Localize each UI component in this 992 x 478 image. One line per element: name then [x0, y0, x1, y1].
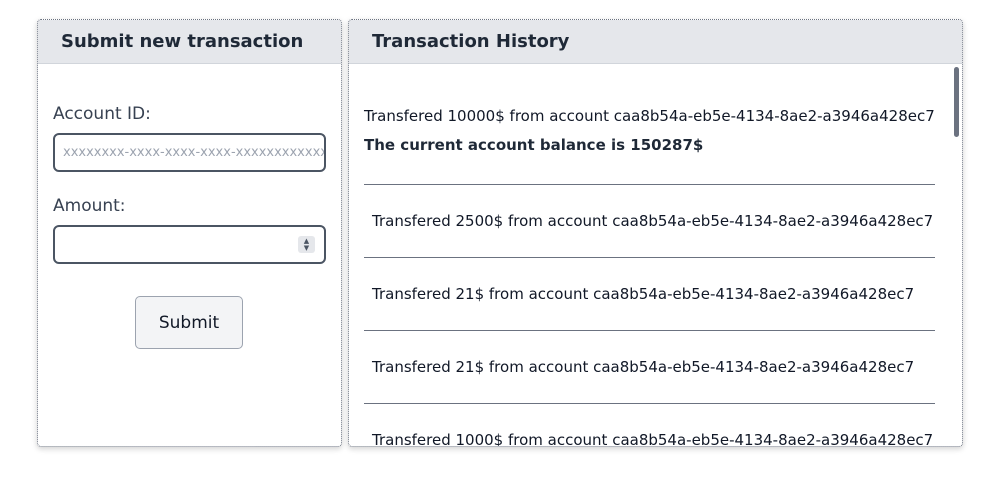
account-id-placeholder: xxxxxxxx-xxxx-xxxx-xxxx-xxxxxxxxxxxx — [63, 145, 324, 160]
submit-button[interactable]: Submit — [135, 296, 243, 349]
history-panel-title: Transaction History — [349, 20, 962, 64]
transaction-history-panel: Transaction History Transfered 10000$ fr… — [348, 19, 963, 447]
list-item: Transfered 21$ from account caa8b54a-eb5… — [364, 285, 935, 303]
number-stepper-icon[interactable]: ▲ ▼ — [298, 236, 315, 253]
list-item: Transfered 2500$ from account caa8b54a-e… — [364, 212, 935, 230]
transaction-history-list[interactable]: Transfered 10000$ from account caa8b54a-… — [349, 64, 962, 446]
list-item: Transfered 21$ from account caa8b54a-eb5… — [364, 358, 935, 376]
transaction-text: Transfered 2500$ from account caa8b54a-e… — [372, 212, 934, 230]
transaction-text: Transfered 1000$ from account caa8b54a-e… — [372, 431, 934, 446]
submit-transaction-panel: Submit new transaction Account ID: xxxxx… — [37, 19, 342, 447]
list-item: Transfered 10000$ from account caa8b54a-… — [364, 107, 935, 154]
divider — [364, 330, 935, 331]
amount-input[interactable]: ▲ ▼ — [53, 225, 326, 264]
account-id-label: Account ID: — [53, 104, 151, 124]
transaction-text: Transfered 10000$ from account caa8b54a-… — [364, 107, 935, 125]
transaction-text: Transfered 21$ from account caa8b54a-eb5… — [372, 285, 915, 303]
scrollbar-thumb[interactable] — [954, 67, 959, 137]
account-balance-text: The current account balance is 150287$ — [364, 136, 704, 154]
list-item: Transfered 1000$ from account caa8b54a-e… — [364, 431, 935, 446]
divider — [364, 184, 935, 185]
divider — [364, 403, 935, 404]
divider — [364, 257, 935, 258]
amount-label: Amount: — [53, 196, 126, 216]
transaction-text: Transfered 21$ from account caa8b54a-eb5… — [372, 358, 915, 376]
submit-panel-title: Submit new transaction — [38, 20, 341, 64]
account-id-input[interactable]: xxxxxxxx-xxxx-xxxx-xxxx-xxxxxxxxxxxx — [53, 133, 326, 172]
